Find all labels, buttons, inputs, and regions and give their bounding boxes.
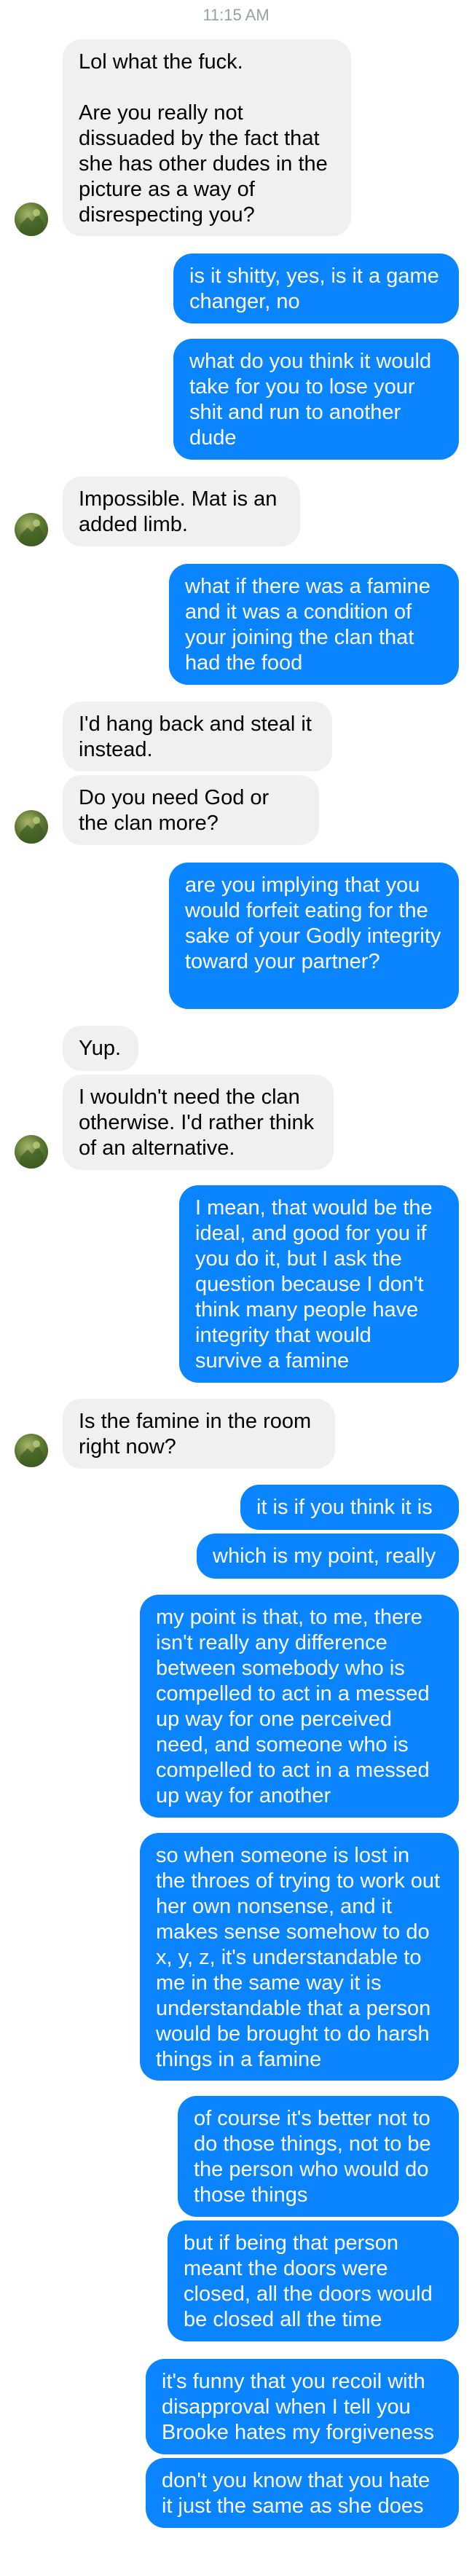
message-bubble-received[interactable]: Is the famine in the room right now?	[63, 1399, 335, 1469]
message-bubble-sent[interactable]: are you implying that you would forfeit …	[169, 863, 459, 1009]
message-bubble-sent[interactable]: it is if you think it is	[240, 1485, 459, 1530]
message-timestamp: 11:15 AM	[202, 6, 270, 24]
message-bubble-sent[interactable]: of course it's better not to do those th…	[178, 2096, 459, 2217]
message-bubble-received[interactable]: Yup.	[63, 1026, 138, 1071]
message-bubble-sent[interactable]: I mean, that would be the ideal, and goo…	[179, 1185, 459, 1383]
contact-avatar[interactable]	[15, 810, 48, 844]
message-bubble-received[interactable]: Lol what the fuck. Are you really not di…	[63, 39, 351, 236]
message-bubble-sent[interactable]: my point is that, to me, there isn't rea…	[140, 1595, 459, 1818]
message-bubble-sent[interactable]: what do you think it would take for you …	[173, 339, 459, 460]
contact-avatar[interactable]	[15, 203, 48, 236]
contact-avatar[interactable]	[15, 513, 48, 546]
message-bubble-received[interactable]: Do you need God or the clan more?	[63, 775, 319, 845]
contact-avatar[interactable]	[15, 1135, 48, 1169]
chat-thread[interactable]: 11:15 AM Lol what the fuck. Are you real…	[0, 0, 472, 2576]
message-bubble-sent[interactable]: which is my point, really	[197, 1534, 459, 1579]
message-bubble-received[interactable]: I'd hang back and steal it instead.	[63, 702, 332, 771]
message-bubble-received[interactable]: Impossible. Mat is an added limb.	[63, 476, 300, 546]
message-bubble-sent[interactable]: don't you know that you hate it just the…	[146, 2458, 459, 2528]
message-bubble-received[interactable]: I wouldn't need the clan otherwise. I'd …	[63, 1075, 334, 1170]
message-bubble-sent[interactable]: what if there was a famine and it was a …	[169, 564, 459, 685]
contact-avatar[interactable]	[15, 1434, 48, 1467]
message-bubble-sent[interactable]: so when someone is lost in the throes of…	[140, 1833, 459, 2081]
message-bubble-sent[interactable]: but if being that person meant the doors…	[168, 2220, 459, 2341]
message-bubble-sent[interactable]: it's funny that you recoil with disappro…	[146, 2359, 459, 2454]
message-bubble-sent[interactable]: is it shitty, yes, is it a game changer,…	[173, 254, 459, 323]
